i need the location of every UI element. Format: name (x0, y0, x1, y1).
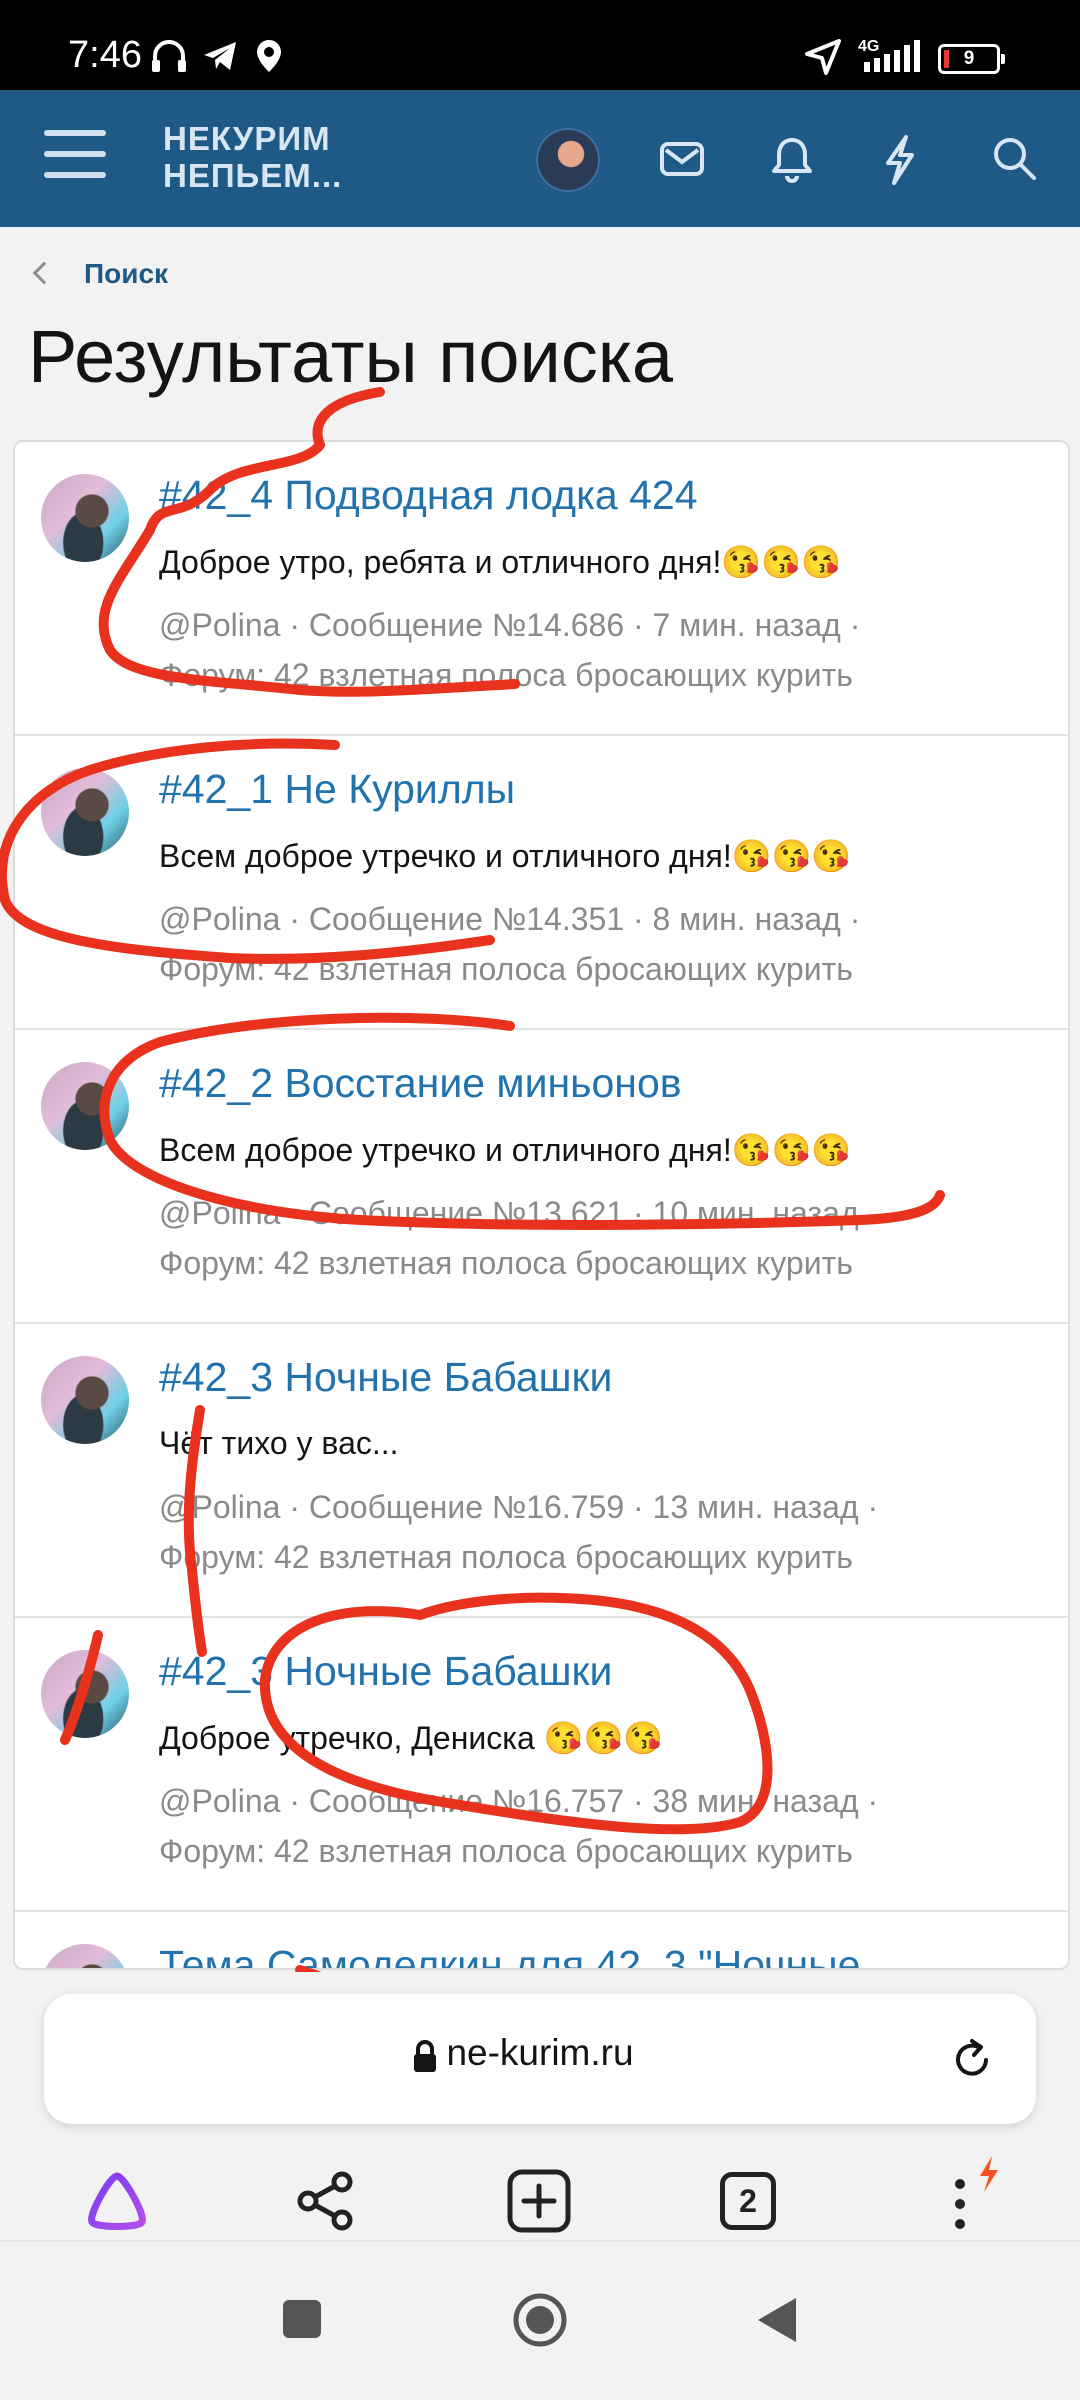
result-meta[interactable]: @Polina · Сообщение №16.757 · 38 мин. на… (159, 1783, 878, 1820)
headphones-icon (152, 40, 186, 72)
browser-bottom-bar: ne-kurim.ru 2 (0, 1972, 1080, 2240)
battery-icon: 9 (938, 44, 1005, 74)
result-meta[interactable]: @Polina · Сообщение №14.351 · 8 мин. наз… (159, 901, 860, 938)
result-item[interactable]: #42_4 Подводная лодка 424 Доброе утро, р… (15, 442, 1068, 736)
result-meta[interactable]: @Polina · Сообщение №13.621 · 10 мин. на… (159, 1195, 859, 1232)
back-icon[interactable] (756, 2296, 798, 2344)
logo-line-1: НЕКУРИМ (163, 120, 331, 157)
reload-icon[interactable] (948, 2036, 996, 2084)
result-forum[interactable]: Форум: 42 взлетная полоса бросающих кури… (159, 951, 853, 988)
chevron-left-icon (32, 261, 56, 285)
result-snippet: Всем доброе утречко и отличного дня!😘😘😘 (159, 1132, 852, 1168)
result-item[interactable]: #42_3 Ночные Бабашки Доброе утречко, Ден… (15, 1618, 1068, 1912)
author-avatar[interactable] (41, 1650, 129, 1738)
battery-level: 9 (963, 48, 975, 69)
search-results: #42_4 Подводная лодка 424 Доброе утро, р… (13, 440, 1070, 1970)
signal-icon (864, 40, 920, 72)
result-title[interactable]: #42_2 Восстание миньонов (159, 1060, 682, 1107)
author-avatar[interactable] (41, 1356, 129, 1444)
lightning-badge-icon (980, 2156, 998, 2192)
share-icon[interactable] (292, 2168, 358, 2234)
result-forum[interactable]: Форум: 42 взлетная полоса бросающих кури… (159, 657, 853, 694)
result-snippet: Доброе утречко, Дениска 😘😘😘 (159, 1720, 664, 1756)
url-text[interactable]: ne-kurim.ru (44, 2032, 1036, 2074)
menu-icon[interactable] (44, 130, 106, 186)
result-snippet: Доброе утро, ребята и отличного дня!😘😘😘 (159, 544, 841, 580)
system-navigation-bar (0, 2240, 1080, 2400)
breadcrumb-label: Поиск (84, 258, 169, 289)
result-snippet: Всем доброе утречко и отличного дня!😘😘😘 (159, 838, 852, 874)
author-avatar[interactable] (41, 768, 129, 856)
user-avatar[interactable] (536, 128, 600, 192)
result-forum[interactable]: Форум: 42 взлетная полоса бросающих кури… (159, 1245, 853, 1282)
status-time: 7:46 (68, 34, 142, 76)
mail-icon[interactable] (658, 134, 706, 182)
author-avatar[interactable] (41, 474, 129, 562)
search-icon[interactable] (990, 134, 1038, 182)
result-item[interactable]: #42_1 Не Куриллы Всем доброе утречко и о… (15, 736, 1068, 1030)
bolt-icon[interactable] (880, 134, 920, 186)
result-forum[interactable]: Форум: 42 взлетная полоса бросающих кури… (159, 1539, 853, 1576)
new-tab-icon[interactable] (506, 2168, 572, 2234)
author-avatar[interactable] (41, 1062, 129, 1150)
address-bar[interactable]: ne-kurim.ru (44, 1994, 1036, 2124)
location-icon (257, 40, 281, 72)
navigation-icon (805, 39, 841, 75)
status-bar: 7:46 4G 9 (0, 0, 1080, 90)
recents-icon[interactable] (283, 2300, 321, 2338)
result-title[interactable]: #42_3 Ночные Бабашки (159, 1354, 612, 1401)
logo-line-2: НЕПЬЕМ... (163, 157, 343, 194)
result-item[interactable]: Тема Самоделкин для 42_3 "Ночные (15, 1912, 1068, 1968)
home-icon[interactable] (512, 2292, 568, 2348)
result-meta[interactable]: @Polina · Сообщение №14.686 · 7 мин. наз… (159, 607, 860, 644)
bell-icon[interactable] (768, 134, 816, 184)
telegram-icon (204, 42, 236, 70)
result-title[interactable]: #42_3 Ночные Бабашки (159, 1648, 612, 1695)
author-avatar[interactable] (41, 1944, 129, 1968)
result-forum[interactable]: Форум: 42 взлетная полоса бросающих кури… (159, 1833, 853, 1870)
result-title[interactable]: #42_1 Не Куриллы (159, 766, 515, 813)
result-item[interactable]: #42_2 Восстание миньонов Всем доброе утр… (15, 1030, 1068, 1324)
page-title: Результаты поиска (28, 315, 674, 398)
result-meta[interactable]: @Polina · Сообщение №16.759 · 13 мин. на… (159, 1489, 878, 1526)
more-icon[interactable] (948, 2154, 1008, 2244)
result-title[interactable]: #42_4 Подводная лодка 424 (159, 472, 698, 519)
site-header: НЕКУРИМ НЕПЬЕМ... (0, 90, 1080, 227)
result-item[interactable]: #42_3 Ночные Бабашки Чёт тихо у вас... @… (15, 1324, 1068, 1618)
breadcrumb[interactable]: Поиск (32, 258, 169, 290)
site-logo[interactable]: НЕКУРИМ НЕПЬЕМ... (163, 120, 342, 194)
result-snippet: Чёт тихо у вас... (159, 1425, 399, 1461)
alice-icon[interactable] (84, 2168, 150, 2234)
tabs-button[interactable]: 2 (720, 2172, 776, 2230)
result-title[interactable]: Тема Самоделкин для 42_3 "Ночные (159, 1942, 860, 1968)
